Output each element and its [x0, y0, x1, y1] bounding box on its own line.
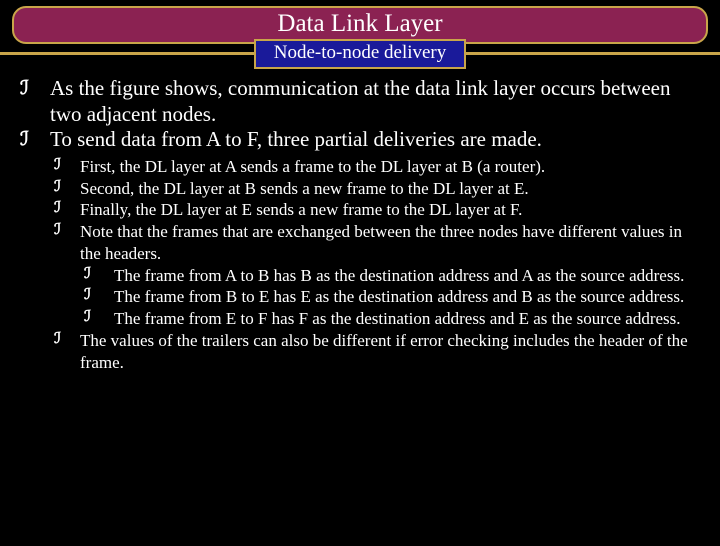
- list-item: ℐ The values of the trailers can also be…: [54, 330, 700, 374]
- list-item: ℐ As the figure shows, communication at …: [20, 76, 700, 127]
- slide-body: ℐ As the figure shows, communication at …: [0, 76, 720, 373]
- bullet-icon: ℐ: [20, 127, 50, 149]
- list-text: As the figure shows, communication at th…: [50, 76, 700, 127]
- bullet-icon: ℐ: [54, 330, 80, 347]
- list-text: The frame from A to B has B as the desti…: [114, 265, 700, 287]
- list-text: The frame from E to F has F as the desti…: [114, 308, 700, 330]
- list-item: ℐ The frame from E to F has F as the des…: [84, 308, 700, 330]
- bullet-icon: ℐ: [54, 156, 80, 173]
- list-item: ℐ The frame from B to E has E as the des…: [84, 286, 700, 308]
- bullet-icon: ℐ: [84, 308, 114, 325]
- list-item: ℐ First, the DL layer at A sends a frame…: [54, 156, 700, 178]
- slide-subtitle: Node-to-node delivery: [254, 39, 467, 69]
- bullet-icon: ℐ: [54, 221, 80, 238]
- list-text: Finally, the DL layer at E sends a new f…: [80, 199, 700, 221]
- list-text: First, the DL layer at A sends a frame t…: [80, 156, 700, 178]
- list-item: ℐ The frame from A to B has B as the des…: [84, 265, 700, 287]
- bullet-icon: ℐ: [20, 76, 50, 98]
- list-item: ℐ To send data from A to F, three partia…: [20, 127, 700, 153]
- bullet-icon: ℐ: [84, 265, 114, 282]
- bullet-icon: ℐ: [54, 199, 80, 216]
- bullet-icon: ℐ: [84, 286, 114, 303]
- list-item: ℐ Finally, the DL layer at E sends a new…: [54, 199, 700, 221]
- bullet-icon: ℐ: [54, 178, 80, 195]
- list-text: Second, the DL layer at B sends a new fr…: [80, 178, 700, 200]
- list-text: The frame from B to E has E as the desti…: [114, 286, 700, 308]
- list-text: Note that the frames that are exchanged …: [80, 221, 700, 265]
- list-text: To send data from A to F, three partial …: [50, 127, 700, 153]
- list-text: The values of the trailers can also be d…: [80, 330, 700, 374]
- slide-title: Data Link Layer: [277, 10, 442, 37]
- list-item: ℐ Second, the DL layer at B sends a new …: [54, 178, 700, 200]
- list-item: ℐ Note that the frames that are exchange…: [54, 221, 700, 265]
